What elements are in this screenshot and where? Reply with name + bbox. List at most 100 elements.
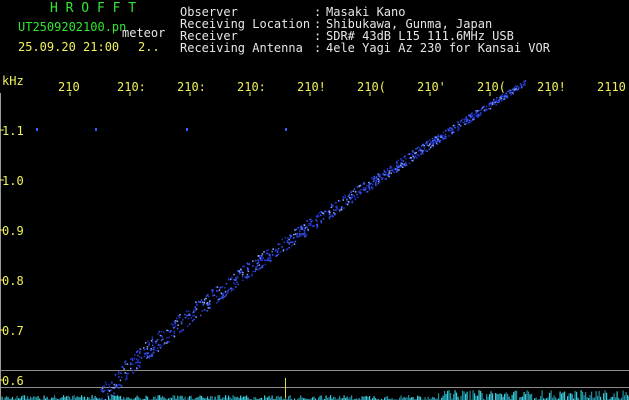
echo-dot <box>236 275 238 278</box>
echo-dot <box>174 323 176 325</box>
noise-bar <box>174 395 176 400</box>
noise-bar <box>613 393 615 400</box>
echo-dot <box>255 268 257 270</box>
echo-dot <box>305 233 308 236</box>
echo-dot <box>203 301 206 304</box>
echo-dot <box>152 344 154 347</box>
echo-dot <box>180 331 182 333</box>
echo-dot <box>407 153 409 155</box>
echo-dot <box>298 235 300 238</box>
echo-dot <box>520 86 523 89</box>
echo-dot <box>255 259 257 262</box>
field-label-antenna: Receiving Antenna <box>180 41 303 55</box>
echo-dot <box>192 312 194 314</box>
noise-bar <box>373 396 375 400</box>
echo-dot <box>429 141 432 143</box>
echo-dot <box>500 100 503 102</box>
echo-dot <box>294 229 296 231</box>
echo-dot <box>458 123 460 126</box>
noise-bar <box>118 396 120 400</box>
echo-dot <box>238 273 241 275</box>
echo-dot <box>263 251 265 253</box>
echo-dot <box>362 187 365 189</box>
echo-dot <box>230 290 233 292</box>
echo-dot <box>269 260 272 262</box>
noise-bar <box>487 396 489 400</box>
echo-dot <box>265 250 268 252</box>
x-tick-label: 210' <box>417 80 446 94</box>
echo-dot <box>108 383 110 386</box>
echo-dot <box>287 237 289 239</box>
echo-dot <box>468 119 470 122</box>
echo-dot <box>131 359 134 361</box>
echo-dot <box>447 128 449 130</box>
noise-bar <box>180 395 182 400</box>
noise-bar <box>444 390 446 400</box>
echo-dot <box>174 322 177 324</box>
noise-bar <box>54 395 56 400</box>
echo-dot <box>294 233 297 235</box>
echo-dot <box>489 107 492 110</box>
echo-dot <box>207 295 210 298</box>
echo-dot <box>207 304 209 306</box>
echo-dot <box>139 352 141 354</box>
noise-bar <box>624 395 626 400</box>
noise-bar <box>448 390 450 400</box>
y-unit-label: kHz <box>2 74 24 88</box>
echo-dot <box>375 180 378 183</box>
echo-dot <box>390 166 393 169</box>
echo-dot <box>303 229 306 231</box>
echo-dot <box>213 294 216 296</box>
noise-bar <box>582 391 584 400</box>
echo-dot <box>242 272 244 274</box>
echo-dot <box>382 173 385 175</box>
echo-dot <box>272 248 274 250</box>
echo-dot <box>523 84 525 86</box>
echo-dot <box>247 270 250 273</box>
echo-dot <box>320 220 322 222</box>
noise-bar <box>418 396 420 400</box>
signal-dot <box>285 128 287 131</box>
echo-dot <box>217 290 219 292</box>
echo-dot <box>113 392 115 395</box>
noise-bar <box>580 390 582 400</box>
echo-dot <box>320 214 322 217</box>
echo-dot <box>476 110 479 112</box>
mode-label: meteor <box>122 26 166 40</box>
y-tick-label: 0.6 <box>2 374 24 388</box>
echo-dot <box>248 263 250 266</box>
noise-bar <box>76 396 78 400</box>
echo-dot <box>488 104 490 107</box>
noise-bar <box>33 396 35 400</box>
echo-dot <box>510 89 512 92</box>
echo-dot <box>264 263 267 266</box>
noise-bar <box>513 392 515 400</box>
echo-dot <box>340 208 343 211</box>
echo-dot <box>267 259 270 262</box>
echo-dot <box>316 227 318 229</box>
echo-dot <box>517 88 519 91</box>
echo-dot <box>428 139 431 141</box>
echo-dot <box>100 388 102 391</box>
page-indicator: 2.. <box>138 40 160 54</box>
echo-dot <box>408 162 411 164</box>
echo-dot <box>107 393 109 395</box>
echo-dot <box>114 383 117 386</box>
echo-dot <box>338 200 341 202</box>
echo-dot <box>466 120 468 122</box>
echo-dot <box>330 203 333 206</box>
echo-dot <box>189 314 191 317</box>
noise-bar <box>268 395 270 400</box>
echo-dot <box>251 273 253 276</box>
echo-dot <box>392 170 394 172</box>
echo-dot <box>343 207 345 209</box>
noise-bar <box>34 396 36 400</box>
echo-dot <box>419 148 421 150</box>
echo-dot <box>388 175 390 178</box>
grid-lines <box>0 92 629 400</box>
noise-bar <box>111 395 113 400</box>
echo-dot <box>485 105 488 108</box>
noise-bar <box>453 393 455 400</box>
echo-dot <box>259 267 261 269</box>
echo-dot <box>356 193 358 196</box>
